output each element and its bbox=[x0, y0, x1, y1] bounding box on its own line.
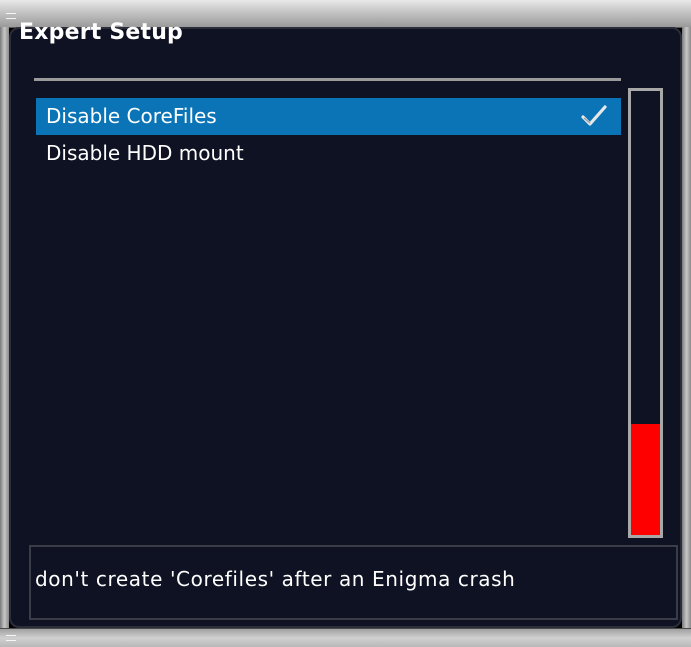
list-item-label: Disable CoreFiles bbox=[46, 104, 217, 128]
settings-list: Disable CoreFiles Disable HDD mount bbox=[36, 98, 621, 172]
expert-setup-window: Expert Setup Disable CoreFiles Disable H… bbox=[0, 0, 691, 647]
title-divider bbox=[34, 78, 621, 81]
list-item-disable-corefiles[interactable]: Disable CoreFiles bbox=[36, 98, 621, 135]
description-text: don't create 'Corefiles' after an Enigma… bbox=[35, 567, 516, 591]
checkmark-icon bbox=[581, 105, 607, 126]
grip-icon bbox=[6, 635, 16, 641]
level-bar-fill bbox=[631, 424, 660, 535]
description-box: don't create 'Corefiles' after an Enigma… bbox=[29, 545, 678, 620]
window-right-frame bbox=[682, 27, 691, 628]
level-bar bbox=[628, 88, 663, 538]
window-left-frame bbox=[0, 27, 9, 628]
window-bottom-bar bbox=[0, 628, 691, 647]
list-item-disable-hdd-mount[interactable]: Disable HDD mount bbox=[36, 135, 621, 172]
list-item-label: Disable HDD mount bbox=[46, 141, 244, 165]
grip-icon bbox=[6, 13, 16, 19]
page-title: Expert Setup bbox=[19, 20, 184, 45]
